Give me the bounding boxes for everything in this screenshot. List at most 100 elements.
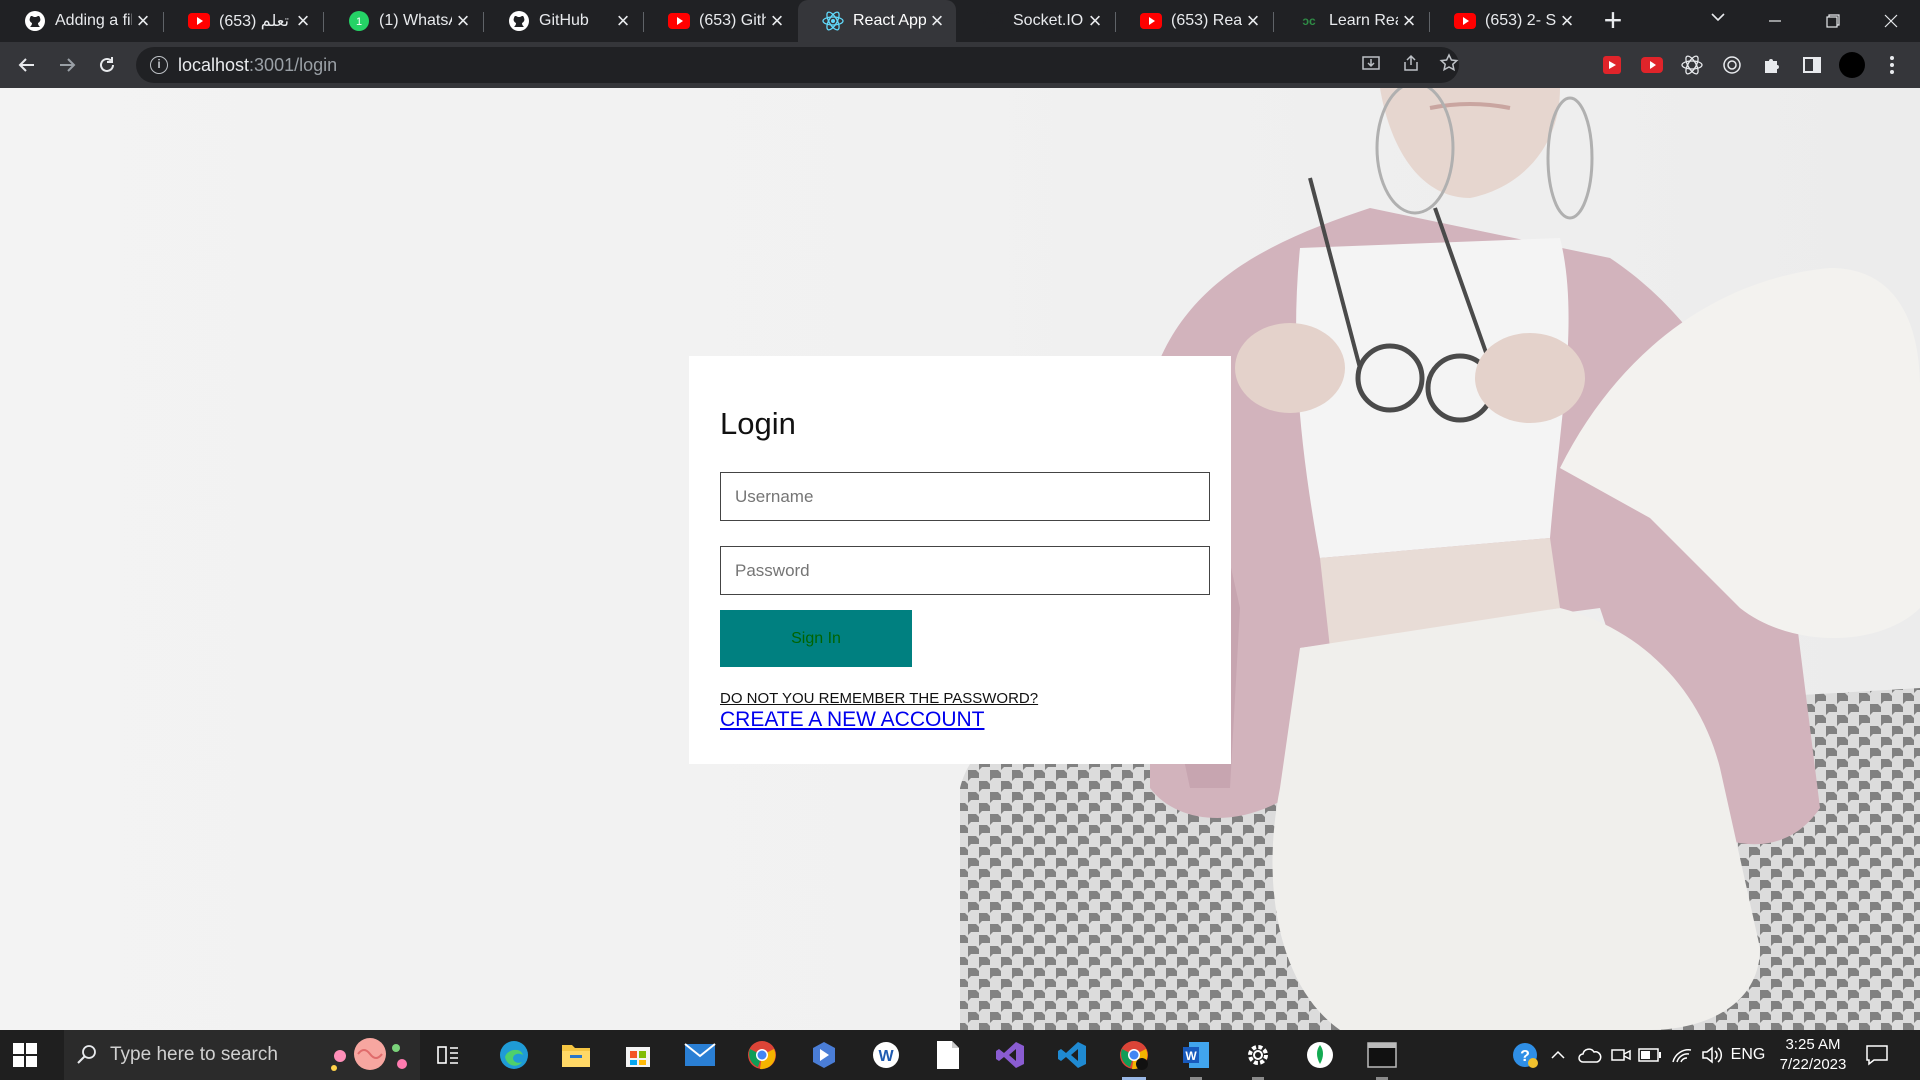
tab-react-app[interactable]: React App × [798, 0, 956, 42]
youtube-icon [668, 10, 690, 32]
url-path: :3001/login [249, 55, 338, 75]
tab-search-chevron-icon[interactable] [1705, 8, 1731, 34]
forward-arrow-icon[interactable] [52, 50, 82, 80]
wordpress-w-icon[interactable]: W [866, 1035, 906, 1075]
bing-chat-icon[interactable] [804, 1035, 844, 1075]
username-input[interactable] [720, 472, 1210, 521]
windows-taskbar: Type here to search W W ? ENG 3:25 AM 7/… [0, 1030, 1920, 1080]
word-icon[interactable]: W [1176, 1035, 1216, 1080]
tab-title: Socket.IO [1013, 12, 1084, 29]
meet-now-camera-icon[interactable] [1608, 1030, 1634, 1080]
close-icon[interactable]: × [1242, 8, 1264, 33]
tab-github[interactable]: GitHub × [484, 0, 642, 42]
tab-youtube-github[interactable]: (653) Githu × [644, 0, 796, 42]
sign-in-button[interactable]: Sign In [720, 610, 912, 667]
close-icon[interactable]: × [1556, 8, 1578, 33]
tab-learn-react[interactable]: ↄc Learn React × [1274, 0, 1428, 42]
minimize-window-button[interactable] [1746, 0, 1804, 42]
bookmark-star-icon[interactable] [1436, 53, 1462, 79]
tab-title: React App [853, 12, 926, 29]
clock-time: 3:25 AM [1785, 1036, 1841, 1053]
target-extension-icon[interactable] [1719, 52, 1745, 78]
browser-tab-strip: Adding a fil × تعلم (653) × 1 (1) WhatsA… [0, 0, 1920, 42]
extensions-puzzle-icon[interactable] [1759, 52, 1785, 78]
geeks-icon: ↄc [1298, 10, 1320, 32]
search-icon [76, 1043, 98, 1071]
tab-title: Learn React [1329, 12, 1398, 29]
windows-start-icon[interactable] [12, 1042, 38, 1068]
volume-speaker-icon[interactable] [1698, 1030, 1726, 1080]
tab-youtube-learn[interactable]: تعلم (653) × [164, 0, 322, 42]
tab-title: (1) WhatsAp [379, 12, 452, 29]
profile-avatar[interactable] [1839, 52, 1865, 78]
page-viewport: Login Sign In DO NOT YOU REMEMBER THE PA… [0, 88, 1920, 1030]
youtube-icon [1454, 10, 1476, 32]
create-account-link[interactable]: CREATE A NEW ACCOUNT [720, 708, 984, 732]
close-icon[interactable]: × [452, 8, 474, 33]
share-icon[interactable] [1398, 53, 1424, 79]
tab-whatsapp[interactable]: 1 (1) WhatsAp × [324, 0, 482, 42]
terminal-icon[interactable] [1362, 1035, 1402, 1080]
restore-window-button[interactable] [1804, 0, 1862, 42]
svg-text:W: W [1185, 1049, 1197, 1063]
tab-title: (653) 2- Sin [1485, 12, 1556, 29]
side-panel-icon[interactable] [1799, 52, 1825, 78]
login-title: Login [720, 406, 796, 441]
show-hidden-icons-chevron-icon[interactable] [1545, 1030, 1571, 1080]
tab-title: تعلم (653) [219, 13, 289, 30]
search-highlight-brain-icon [326, 1034, 414, 1076]
chrome-icon[interactable] [742, 1035, 782, 1075]
notepad-file-icon[interactable] [928, 1035, 968, 1075]
github-icon [508, 10, 530, 32]
task-view-icon[interactable] [428, 1035, 468, 1075]
password-input[interactable] [720, 546, 1210, 595]
tab-title: GitHub [539, 12, 589, 29]
whatsapp-icon: 1 [348, 10, 370, 32]
battery-icon[interactable] [1636, 1030, 1664, 1080]
language-indicator[interactable]: ENG [1728, 1030, 1768, 1080]
notification-center-icon[interactable] [1864, 1042, 1890, 1068]
close-icon[interactable]: × [132, 8, 154, 33]
chrome-active-icon[interactable] [1114, 1035, 1154, 1080]
install-app-icon[interactable] [1358, 53, 1384, 79]
tab-adding-a-file[interactable]: Adding a fil × [0, 0, 162, 42]
wifi-icon[interactable] [1668, 1030, 1696, 1080]
reload-icon[interactable] [92, 50, 122, 80]
edge-browser-icon[interactable] [494, 1035, 534, 1075]
taskbar-search-box[interactable]: Type here to search [64, 1030, 420, 1080]
close-icon[interactable]: × [926, 8, 948, 33]
onedrive-cloud-icon[interactable] [1575, 1030, 1605, 1080]
svg-text:W: W [878, 1048, 894, 1065]
tab-socketio[interactable]: Socket.IO × [958, 0, 1114, 42]
clock[interactable]: 3:25 AM 7/22/2023 [1770, 1035, 1856, 1075]
close-icon[interactable]: × [1398, 8, 1420, 33]
file-explorer-icon[interactable] [556, 1035, 596, 1075]
close-icon[interactable]: × [292, 8, 314, 33]
forgot-password-link[interactable]: DO NOT YOU REMEMBER THE PASSWORD? [720, 690, 1038, 707]
youtube-extension-icon[interactable] [1639, 52, 1665, 78]
kebab-menu-icon[interactable] [1879, 52, 1905, 78]
close-window-button[interactable] [1862, 0, 1920, 42]
tab-youtube-realtime[interactable]: (653) Realti × [1116, 0, 1272, 42]
back-arrow-icon[interactable] [12, 50, 42, 80]
settings-gear-icon[interactable] [1238, 1035, 1278, 1080]
youtube-icon [188, 10, 210, 32]
close-icon[interactable]: × [766, 8, 788, 33]
close-icon[interactable]: × [612, 8, 634, 33]
address-url[interactable]: localhost:3001/login [178, 55, 337, 76]
github-icon [24, 10, 46, 32]
mongodb-compass-icon[interactable] [1300, 1035, 1340, 1075]
address-bar[interactable]: i localhost:3001/login [136, 47, 1459, 83]
visual-studio-icon[interactable] [990, 1035, 1030, 1075]
react-devtools-icon[interactable] [1679, 52, 1705, 78]
vscode-icon[interactable] [1052, 1035, 1092, 1075]
site-info-icon[interactable]: i [150, 56, 168, 74]
ublock-extension-icon[interactable] [1599, 52, 1625, 78]
tab-youtube-single[interactable]: (653) 2- Sin × [1430, 0, 1586, 42]
mail-icon[interactable] [680, 1035, 720, 1075]
help-question-icon[interactable]: ? [1510, 1030, 1540, 1080]
url-host: localhost [178, 55, 250, 75]
microsoft-store-icon[interactable] [618, 1035, 658, 1075]
close-icon[interactable]: × [1084, 8, 1106, 33]
new-tab-button[interactable]: + [1598, 4, 1628, 36]
